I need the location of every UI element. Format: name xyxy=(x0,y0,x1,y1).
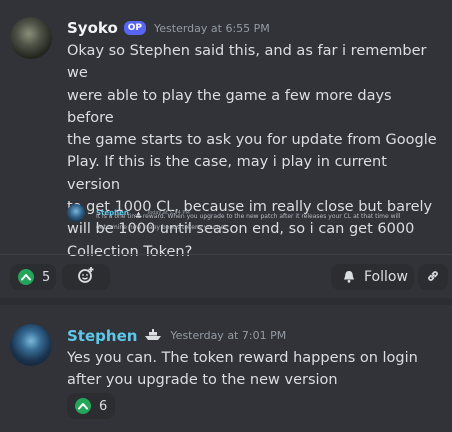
op-badge: OP xyxy=(123,21,147,35)
avatar[interactable] xyxy=(10,17,52,59)
post-separator xyxy=(0,298,452,305)
reply-upvote-count: 6 xyxy=(99,398,108,414)
timestamp[interactable]: Yesterday at 6:55 PM xyxy=(154,22,270,35)
reply-timestamp[interactable]: Yesterday at 7:01 PM xyxy=(170,329,286,342)
upvote-icon xyxy=(75,398,91,414)
bell-icon xyxy=(343,268,355,287)
link-icon xyxy=(426,268,440,287)
add-reaction-button[interactable] xyxy=(62,264,110,290)
post-action-bar: 5 Follow xyxy=(0,255,452,297)
quoted-avatar xyxy=(67,204,85,222)
copy-link-button[interactable] xyxy=(418,264,448,290)
original-post: Syoko OP Yesterday at 6:55 PM Okay so St… xyxy=(0,0,452,298)
reply-upvote-button[interactable]: 6 xyxy=(67,393,115,419)
reply-content: Yes you can. The token reward happens on… xyxy=(67,350,418,389)
upvote-count: 5 xyxy=(42,269,51,285)
follow-label: Follow xyxy=(364,269,408,285)
reply-author-name[interactable]: Stephen xyxy=(67,327,137,345)
reply-header: Stephen Yesterday at 7:01 PM xyxy=(67,326,286,345)
post-header: Syoko OP Yesterday at 6:55 PM xyxy=(67,19,270,37)
upvote-button[interactable]: 5 xyxy=(10,264,56,290)
author-name[interactable]: Syoko xyxy=(67,19,118,37)
quoted-message: It is a one time reward. When you upgrad… xyxy=(96,213,401,231)
add-reaction-icon xyxy=(77,266,95,288)
boat-icon xyxy=(144,326,162,345)
reply-avatar[interactable] xyxy=(10,324,52,366)
follow-button[interactable]: Follow xyxy=(331,264,414,290)
upvote-icon xyxy=(18,269,34,285)
